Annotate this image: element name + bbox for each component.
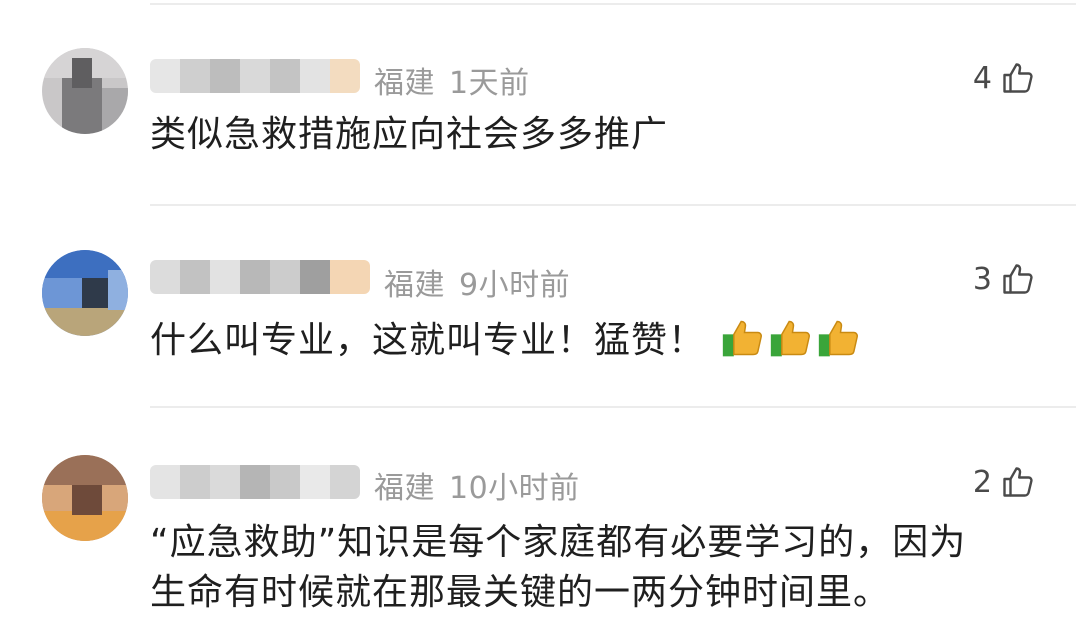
comment-divider xyxy=(150,204,1076,206)
timestamp: 9小时前 xyxy=(459,268,571,303)
comment-text: “应急救助”知识是每个家庭都有必要学习的，因为 生命有时候就在那最关键的一两分钟… xyxy=(150,518,1040,618)
like-button[interactable]: 3 xyxy=(973,259,1036,299)
timestamp: 10小时前 xyxy=(449,471,580,506)
username[interactable] xyxy=(150,465,360,499)
thumbs-up-icon xyxy=(723,320,763,357)
comment-meta: 福建 1天前 xyxy=(374,58,530,102)
thumbs-up-icon xyxy=(771,320,811,357)
comment-text-line: “应急救助”知识是每个家庭都有必要学习的，因为 xyxy=(150,522,967,563)
location: 福建 xyxy=(374,66,435,101)
like-count: 2 xyxy=(972,464,992,500)
like-count: 3 xyxy=(972,261,992,297)
thumbs-up-icon xyxy=(1003,264,1033,294)
comment-text-line: 生命有时候就在那最关键的一两分钟时间里。 xyxy=(150,572,891,613)
comment-divider xyxy=(150,406,1076,408)
comment-meta: 福建 9小时前 xyxy=(384,260,570,304)
comment-text-body: 什么叫专业，这就叫专业！猛赞！ xyxy=(150,320,706,361)
comment-text: 类似急救措施应向社会多多推广 xyxy=(150,114,669,155)
avatar[interactable] xyxy=(42,48,128,134)
thumbs-up-icon xyxy=(1003,63,1033,93)
comment-text: 什么叫专业，这就叫专业！猛赞！ xyxy=(150,316,1040,366)
timestamp: 1天前 xyxy=(449,66,530,101)
location: 福建 xyxy=(384,268,445,303)
comment-divider xyxy=(150,3,1076,5)
like-button[interactable]: 4 xyxy=(973,58,1036,98)
thumbs-up-icon xyxy=(819,320,859,357)
like-count: 4 xyxy=(972,60,992,96)
username[interactable] xyxy=(150,59,360,93)
thumbs-up-icon xyxy=(1003,467,1033,497)
username[interactable] xyxy=(150,260,370,294)
avatar[interactable] xyxy=(42,250,128,336)
like-button[interactable]: 2 xyxy=(973,462,1036,502)
avatar[interactable] xyxy=(42,455,128,541)
location: 福建 xyxy=(374,471,435,506)
comment-meta: 福建 10小时前 xyxy=(374,463,580,507)
